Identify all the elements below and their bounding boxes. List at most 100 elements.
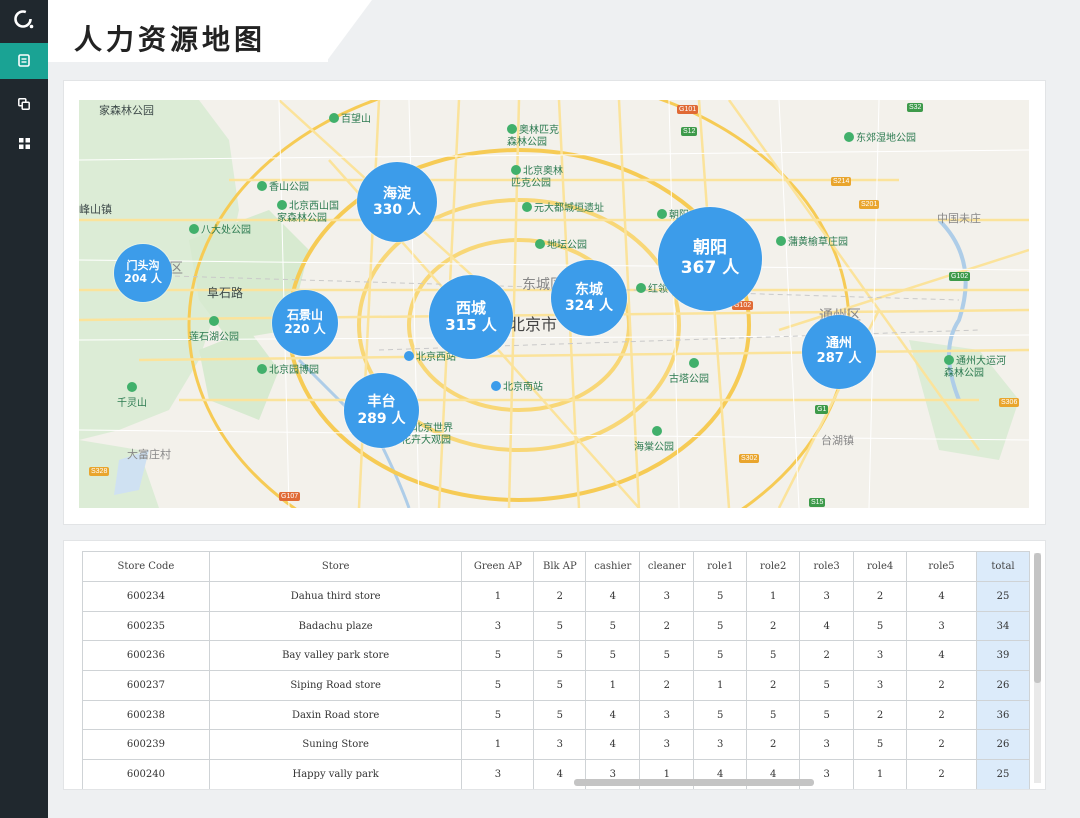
poi-park[interactable]: 蒲黄榆草庄园 [776,233,848,248]
poi-park[interactable]: 北京奥林 匹克公园 [511,165,563,190]
staff-table: Store Code Store Green AP Blk AP cashier… [82,551,1030,789]
district-name: 海淀 [383,185,411,202]
district-bubble-shijingshan[interactable]: 石景山 220 人 [272,290,338,356]
table-cell: 2 [533,581,587,612]
table-row[interactable]: 600240 Happy vally park 3 4 3 1 4 4 3 1 2 25 [82,759,1030,789]
table-cell: 3 [461,759,535,789]
col-header[interactable]: Store Code [82,551,210,582]
train-icon [404,351,414,361]
title-tab-edge [326,0,372,62]
district-count: 367 人 [680,258,740,278]
col-header[interactable]: role4 [853,551,908,582]
table-cell: 600238 [82,699,210,731]
district-bubble-fengtai[interactable]: 丰台 289 人 [344,373,419,448]
col-header[interactable]: Store [208,551,463,582]
table-cell: Siping Road store [208,670,463,701]
district-bubble-tongzhou[interactable]: 通州 287 人 [802,315,876,389]
poi-park[interactable]: 香山公园 [257,178,309,193]
col-header[interactable]: Blk AP [533,551,587,582]
poi-park[interactable]: 北京西山国 家森林公园 [277,200,339,225]
table-row[interactable]: 600236 Bay valley park store 5 5 5 5 5 5 2 3 4 39 [82,640,1030,672]
table-cell: 2 [746,610,801,642]
table-cell: 3 [906,610,977,642]
col-header[interactable]: role1 [693,551,748,582]
table-row[interactable]: 600239 Suning Store 1 3 4 3 3 2 3 5 2 26 [82,729,1030,761]
col-header[interactable]: role2 [746,551,801,582]
district-bubble-haidian[interactable]: 海淀 330 人 [357,162,437,242]
poi-park[interactable]: 千灵山 [117,382,147,409]
col-header[interactable]: role3 [799,551,855,582]
col-header-total[interactable]: total [976,551,1030,582]
table-cell: 600237 [82,670,210,701]
district-bubble-dongcheng[interactable]: 东城 324 人 [551,260,627,336]
poi-park[interactable]: 古塔公园 [669,358,709,385]
table-cell: Badachu plaze [208,610,463,642]
grid-icon [18,134,30,153]
ring-logo-icon[interactable] [12,8,36,32]
poi-park[interactable]: 莲石湖公园 [189,316,239,343]
highway-shield: G107 [279,492,301,501]
poi-park[interactable]: 通州大运河 森林公园 [944,355,1006,380]
table-cell: 2 [746,670,801,701]
table-cell: Happy vally park [208,759,463,789]
tree-icon [636,283,646,293]
district-count: 220 人 [284,322,326,336]
poi-park[interactable]: 海棠公园 [634,426,674,453]
col-header[interactable]: cashier [585,551,641,582]
district-bubble-chaoyang[interactable]: 朝阳 367 人 [658,207,762,311]
table-cell: 600235 [82,610,210,642]
table-cell: 3 [533,729,587,761]
poi-park[interactable]: 奥林匹克 森林公园 [507,124,559,149]
poi-park[interactable]: 地坛公园 [535,236,587,251]
staff-table-card: Store Code Store Green AP Blk AP cashier… [63,540,1046,790]
table-cell: 3 [639,581,695,612]
col-header[interactable]: cleaner [639,551,695,582]
table-cell: 3 [693,729,748,761]
col-header[interactable]: role5 [906,551,977,582]
highway-shield: S306 [999,398,1020,407]
district-bubble-xicheng[interactable]: 西城 315 人 [429,275,513,359]
map-label: 台湖镇 [821,435,854,447]
tree-icon [257,181,267,191]
table-scroll-area[interactable]: Store Code Store Green AP Blk AP cashier… [82,551,1030,789]
col-header[interactable]: Green AP [461,551,535,582]
tree-icon [689,358,699,368]
table-row[interactable]: 600237 Siping Road store 5 5 1 2 1 2 5 3 2 26 [82,670,1030,701]
table-cell: 2 [906,699,977,731]
document-icon [18,52,30,71]
table-cell: 2 [906,729,977,761]
district-count: 315 人 [445,316,497,334]
table-cell-total: 39 [976,640,1030,672]
district-bubble-mentougou[interactable]: 门头沟 204 人 [114,244,172,302]
table-cell: 4 [585,699,641,731]
tree-icon [535,239,545,249]
table-row[interactable]: 600234 Dahua third store 1 2 4 3 5 1 3 2 4 25 [82,581,1030,612]
table-row[interactable]: 600238 Daxin Road store 5 5 4 3 5 5 5 2 2 36 [82,699,1030,731]
table-cell-total: 36 [976,699,1030,731]
table-cell: 5 [461,670,535,701]
vertical-scrollbar[interactable] [1034,553,1041,783]
table-row[interactable]: 600235 Badachu plaze 3 5 5 2 5 2 4 5 3 34 [82,610,1030,642]
map-label: 家森林公园 [99,105,154,117]
district-count: 289 人 [357,410,406,427]
table-cell: 2 [639,670,695,701]
table-cell: 5 [693,640,748,672]
vertical-scroll-thumb[interactable] [1034,553,1041,683]
sidebar-item-copy[interactable] [0,86,48,122]
poi-park[interactable]: 东郊湿地公园 [844,129,916,144]
table-cell: 5 [693,581,748,612]
poi-park[interactable]: 北京园博园 [257,361,319,376]
table-cell: 5 [533,670,587,701]
table-cell: 5 [693,699,748,731]
horizontal-scroll-thumb[interactable] [574,779,814,786]
poi-park[interactable]: 元大都城垣遗址 [522,199,604,214]
sidebar-item-document[interactable] [0,43,48,79]
table-header-row: Store Code Store Green AP Blk AP cashier… [82,551,1030,582]
table-cell: 5 [585,610,641,642]
district-map[interactable]: 家森林公园 峰山镇 阜石路 北京市 东城区 通州区 中国未庄 台湖镇 大富庄村 … [79,100,1029,508]
poi-park[interactable]: 百望山 [329,110,371,125]
sidebar-item-grid[interactable] [0,125,48,161]
poi-park[interactable]: 八大处公园 [189,221,251,236]
poi-station[interactable]: 北京南站 [491,378,543,393]
page-title: 人力资源地图 [74,23,267,56]
